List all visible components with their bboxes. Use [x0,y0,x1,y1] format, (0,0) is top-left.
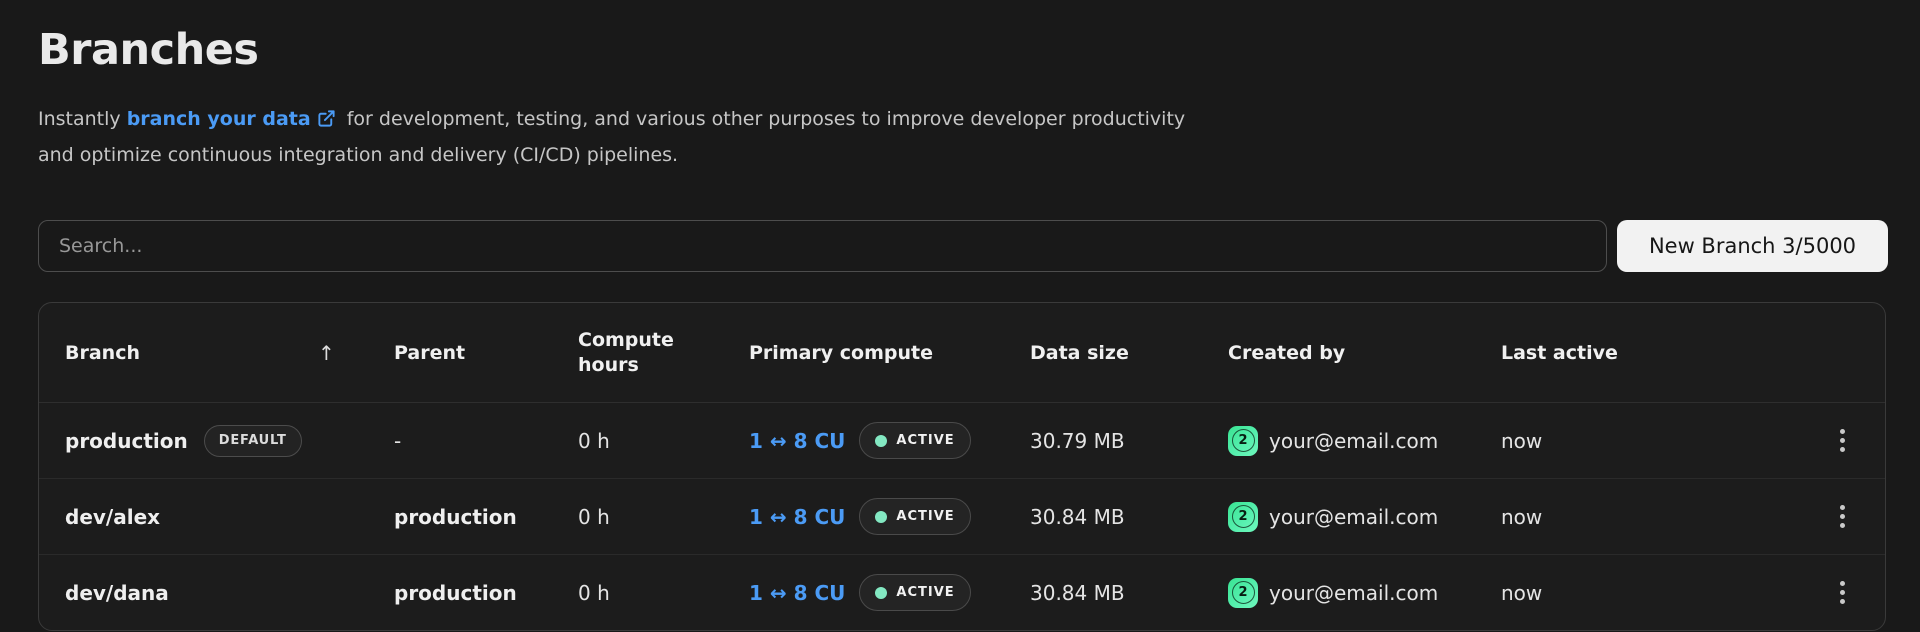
primary-compute-link[interactable]: 1 ↔ 8 CU [749,505,845,529]
column-header-last-active: Last active [1501,342,1795,364]
new-branch-button[interactable]: New Branch 3/5000 [1617,220,1888,272]
status-dot-icon [875,511,887,523]
table-row-dev-dana[interactable]: dev/dana production 0 h 1 ↔ 8 CU ACTIVE … [39,555,1885,630]
kebab-menu-icon[interactable] [1830,573,1855,612]
branches-table: Branch ↑ Parent Compute hours Primary co… [38,302,1886,631]
page-title: Branches [38,25,1920,75]
creator-email: your@email.com [1269,429,1438,453]
last-active-cell: now [1501,505,1795,529]
parent-cell: - [394,429,578,453]
avatar: 2 [1228,502,1258,532]
external-link-icon [317,106,336,139]
data-size-cell: 30.84 MB [1030,505,1228,529]
creator-email: your@email.com [1269,505,1438,529]
column-header-data-size: Data size [1030,342,1228,364]
branches-page: Branches Instantly branch your data for … [0,0,1920,631]
status-dot-icon [875,587,887,599]
column-header-created-by: Created by [1228,342,1501,364]
data-size-cell: 30.84 MB [1030,581,1228,605]
column-header-primary-compute: Primary compute [749,342,1030,364]
table-row-production[interactable]: production DEFAULT - 0 h 1 ↔ 8 CU ACTIVE… [39,403,1885,479]
active-status-badge: ACTIVE [859,574,970,611]
status-dot-icon [875,435,887,447]
branch-name: dev/alex [65,505,160,529]
column-header-branch[interactable]: Branch ↑ [65,341,394,365]
default-badge: DEFAULT [204,425,302,457]
last-active-cell: now [1501,581,1795,605]
creator-email: your@email.com [1269,581,1438,605]
active-status-badge: ACTIVE [859,422,970,459]
primary-compute-link[interactable]: 1 ↔ 8 CU [749,581,845,605]
avatar: 2 [1228,426,1258,456]
last-active-cell: now [1501,429,1795,453]
active-status-badge: ACTIVE [859,498,970,535]
compute-hours-cell: 0 h [578,429,749,453]
parent-cell: production [394,505,578,529]
parent-cell: production [394,581,578,605]
intro-line1-rest: for development, testing, and various ot… [341,108,1185,130]
avatar: 2 [1228,578,1258,608]
kebab-menu-icon[interactable] [1830,421,1855,460]
intro-line2: and optimize continuous integration and … [38,144,678,166]
column-header-parent: Parent [394,342,578,364]
compute-hours-cell: 0 h [578,581,749,605]
data-size-cell: 30.79 MB [1030,429,1228,453]
intro-prefix: Instantly [38,108,127,130]
kebab-menu-icon[interactable] [1830,497,1855,536]
search-input[interactable] [38,220,1607,272]
arrow-up-icon: ↑ [318,341,335,365]
column-header-compute-hours: Compute hours [578,328,749,377]
intro-text: Instantly branch your data for developme… [38,103,1920,172]
compute-hours-cell: 0 h [578,505,749,529]
branch-name: dev/dana [65,581,169,605]
branch-your-data-link[interactable]: branch your data [127,108,311,130]
branch-name: production [65,429,188,453]
table-row-dev-alex[interactable]: dev/alex production 0 h 1 ↔ 8 CU ACTIVE … [39,479,1885,555]
table-header-row: Branch ↑ Parent Compute hours Primary co… [39,303,1885,403]
primary-compute-link[interactable]: 1 ↔ 8 CU [749,429,845,453]
toolbar: New Branch 3/5000 [38,220,1888,272]
